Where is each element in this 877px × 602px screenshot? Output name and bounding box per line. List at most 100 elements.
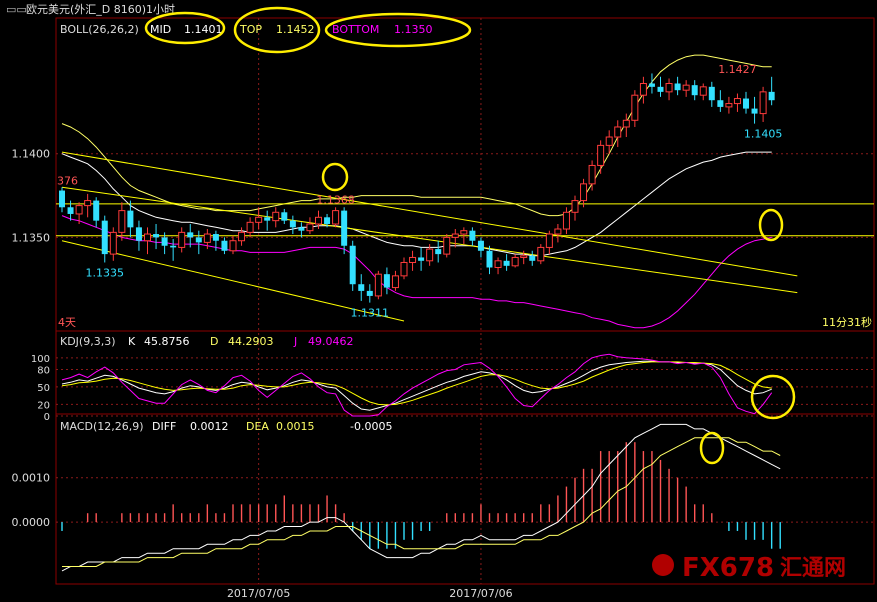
macd-tick-label: 0.0010 — [12, 472, 51, 485]
candle-body-down — [435, 249, 442, 255]
candle-body-up — [332, 210, 340, 225]
candle-body-up — [554, 228, 562, 235]
kdj-j-value: 49.0462 — [308, 335, 354, 348]
candle-body-up — [562, 211, 570, 230]
candle-body-down — [469, 230, 476, 241]
candle-body-up — [306, 223, 314, 232]
candle-body-up — [75, 205, 83, 215]
candle-body-down — [59, 190, 65, 208]
watermark-brand: FX678 — [682, 553, 774, 583]
candle-body-up — [400, 261, 408, 277]
candle-body-up — [571, 200, 579, 213]
macd-legend-name: MACD(12,26,9) — [60, 420, 144, 433]
macd-dea-value: 0.0015 — [276, 420, 315, 433]
candle-body-down — [529, 255, 536, 261]
date-tick-label: 2017/07/05 — [227, 587, 290, 600]
candle-body-up — [374, 273, 382, 297]
candle-body-down — [161, 237, 168, 246]
candle-body-up — [272, 211, 280, 222]
macd-tick-label: 0.0000 — [12, 516, 51, 529]
kdj-tick-label: 50 — [37, 383, 50, 394]
candle-body-up — [597, 144, 605, 166]
boll-mid-value: 1.1401 — [184, 23, 223, 36]
low-price-label: 1.1405 — [744, 128, 783, 141]
candle-body-up — [238, 231, 246, 242]
candle-body-up — [622, 119, 630, 128]
macd-diff-label: DIFF — [152, 420, 176, 433]
watermark-logo: FX678 汇通网 — [652, 553, 846, 583]
candle-body-up — [537, 246, 545, 262]
edge-price-label: 376 — [57, 175, 78, 188]
candle-body-up — [255, 216, 263, 223]
candle-body-up — [580, 183, 588, 202]
candle-body-up — [639, 82, 647, 96]
watermark-globe-icon — [652, 554, 674, 576]
candle-body-down — [768, 91, 775, 101]
high-price-label: 1.1427 — [718, 63, 757, 76]
kdj-tick-label: 0 — [44, 412, 50, 423]
candle-body-up — [725, 103, 733, 108]
candle-body-down — [153, 234, 160, 238]
boll-top-value: 1.1452 — [276, 23, 315, 36]
candle-body-up — [494, 260, 502, 268]
high-price-label: 1.1368 — [316, 193, 355, 206]
watermark-suffix: 汇通网 — [780, 556, 846, 581]
boll-bottom-value: 1.1350 — [394, 23, 433, 36]
candle-body-down — [101, 220, 108, 255]
candle-body-up — [426, 248, 434, 262]
candle-body-down — [383, 274, 390, 288]
candle-body-up — [511, 256, 519, 267]
candle-body-up — [144, 233, 151, 242]
corner-label-left: 4天 — [58, 316, 76, 329]
candle-body-down — [486, 250, 493, 268]
kdj-tick-label: 20 — [37, 400, 50, 411]
candle-body-down — [281, 212, 288, 221]
candle-body-up — [614, 126, 622, 138]
price-tick-label: 1.1350 — [12, 231, 51, 244]
candle-body-up — [631, 94, 639, 121]
candle-body-up — [84, 200, 92, 207]
candle-body-down — [170, 245, 177, 248]
menu-icon[interactable]: ▭▭ — [6, 3, 27, 16]
candle-body-down — [212, 234, 219, 241]
candle-body-down — [341, 210, 348, 246]
boll-bottom-label: BOTTOM — [332, 23, 379, 36]
candle-body-down — [418, 257, 425, 261]
candle-body-down — [324, 217, 331, 224]
macd-dea-label: DEA — [246, 420, 269, 433]
macd-value: -0.0005 — [350, 420, 392, 433]
candle-body-down — [135, 227, 142, 241]
candle-body-down — [298, 227, 305, 231]
candle-body-down — [743, 98, 749, 109]
candle-body-down — [358, 284, 365, 291]
candle-body-down — [93, 200, 100, 221]
candle-body-down — [289, 220, 296, 228]
corner-label-right: 11分31秒 — [822, 315, 872, 329]
candle-body-up — [229, 240, 237, 252]
candle-body-up — [178, 231, 186, 248]
candle-body-down — [751, 108, 758, 114]
candle-body-down — [195, 237, 202, 243]
candle-body-down — [717, 100, 724, 107]
candle-body-down — [691, 85, 698, 96]
candle-body-up — [665, 82, 673, 93]
boll-legend-name: BOLL(26,26,2) — [60, 23, 139, 36]
candle-body-down — [67, 207, 74, 214]
candle-body-up — [460, 230, 468, 235]
kdj-legend-name: KDJ(9,3,3) — [60, 335, 116, 348]
candle-body-up — [545, 233, 553, 248]
kdj-d-label: D — [210, 335, 218, 348]
candle-body-down — [648, 83, 655, 87]
low-price-label: 1.1311 — [351, 307, 390, 320]
candle-body-down — [366, 290, 373, 296]
macd-diff-value: 0.0012 — [190, 420, 229, 433]
candle-body-up — [682, 84, 690, 91]
candle-body-down — [127, 210, 134, 228]
candle-body-up — [118, 210, 126, 233]
candle-body-up — [605, 136, 613, 146]
low-price-label: 1.1335 — [86, 266, 125, 279]
candle-body-up — [451, 233, 459, 238]
candle-body-up — [699, 86, 707, 96]
stock-chart[interactable]: 1.1368 1.1335 1.1311 1.1427 1.1405 376 1.1400… — [0, 0, 877, 602]
chart-background — [0, 0, 877, 602]
